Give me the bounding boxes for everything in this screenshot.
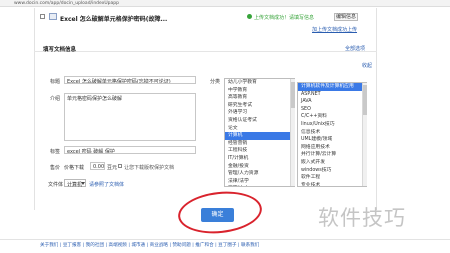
title-input[interactable]: Excel 怎么破解单元格保护密码(忘掉不可论证) (64, 76, 196, 84)
subcategory-item[interactable]: SEO (298, 106, 366, 114)
category-item[interactable]: 研究生考试 (225, 102, 294, 110)
success-check-icon (247, 14, 252, 19)
subcategory-item[interactable]: C/C++资料 (298, 113, 366, 121)
category-scroll-thumb[interactable] (291, 82, 295, 108)
excel-file-icon (49, 13, 57, 20)
category-scrollbar[interactable] (290, 79, 295, 186)
category-item[interactable]: 中学教育 (225, 87, 294, 95)
section-title: 填写文档信息 (43, 47, 77, 53)
price-label: 售价 (50, 165, 61, 171)
category-item[interactable]: 工程科技 (225, 147, 294, 155)
category-list[interactable]: 幼儿小学教育 中学教育 高等教育 研究生考试 外语学习 资格认证考试 论文 计算机 经管营销 工程… (224, 78, 295, 187)
subcategory-item[interactable]: windows技巧 (298, 167, 366, 175)
category-item[interactable]: 高等教育 (225, 94, 294, 102)
edit-info-button[interactable]: 编辑信息 (334, 13, 358, 21)
title-label: 标题 (50, 79, 61, 85)
upload-status: 上传文档成功！请填写信息 (254, 15, 315, 21)
uploaded-file-name: Excel 怎么破解单元格保护密码(故障... (60, 16, 168, 23)
category-item[interactable]: 经管营销 (225, 140, 294, 148)
category-item[interactable]: 管理/人力资源 (225, 170, 294, 178)
intro-label: 介绍 (50, 96, 61, 102)
category-item[interactable]: 幼儿小学教育 (225, 79, 294, 87)
subcategory-item[interactable]: 软件工程 (298, 174, 366, 182)
continue-upload-link[interactable]: 加上传文档成功上传 (312, 26, 357, 33)
category-item[interactable]: 法律/法学 (225, 178, 294, 186)
price-prefix: 价格下载 (64, 165, 85, 171)
category-label: 分类 (210, 79, 221, 85)
subcategory-item[interactable]: JAVA (298, 98, 366, 106)
subcategory-item[interactable]: 信息技术 (298, 129, 366, 137)
footer-links[interactable]: 关于我们 | 豆丁报客 | 我的社团 | 高端视频 | 城市通 | 商业战略 |… (40, 242, 259, 248)
subcategory-scrollbar[interactable] (362, 83, 367, 186)
category-item[interactable]: 论文 (225, 125, 294, 133)
chevron-down-icon (81, 182, 85, 185)
collapse-link[interactable]: 收起 (362, 62, 372, 69)
subcategory-item[interactable]: UML建模/领域 (298, 136, 366, 144)
free-checkbox[interactable] (118, 164, 122, 168)
subcategory-item[interactable]: ASP.NET (298, 91, 366, 99)
subcategory-item[interactable]: 嵌入式开发 (298, 159, 366, 167)
intro-textarea[interactable]: 单元格密码保护怎么破解 (64, 93, 196, 141)
subcategory-item[interactable]: 并行计算/云计算 (298, 151, 366, 159)
type-label: 文件体 (48, 182, 64, 188)
subcategory-item[interactable]: linux/Unix技巧 (298, 121, 366, 129)
tags-input[interactable]: excel 密码 破解 保护 (64, 146, 196, 154)
subcategory-item[interactable]: 专业技术 (298, 182, 366, 186)
subcategory-list[interactable]: 计算机软件及计算机应用 ASP.NET JAVA SEO C/C++资料 linux/Un… (297, 82, 367, 187)
free-label: 让您下载版权保护文档 (124, 165, 175, 171)
watermark: 软件技巧 (318, 206, 406, 230)
subcategory-item[interactable]: 计算机软件及计算机应用 (298, 83, 366, 91)
category-item[interactable]: 计算机 (225, 132, 294, 140)
price-unit: 豆元 (107, 165, 118, 171)
tags-label: 标签 (50, 149, 61, 155)
price-input[interactable]: 0.00 (90, 162, 105, 170)
category-item[interactable]: 金融/投资 (225, 163, 294, 171)
section-header (34, 42, 377, 52)
subcategory-scroll-thumb[interactable] (363, 85, 367, 115)
subcategory-item[interactable]: 网络应用技术 (298, 144, 366, 152)
category-item[interactable]: IT/计算机 (225, 155, 294, 163)
category-item[interactable]: 建筑/土木 (225, 185, 294, 186)
all-settings-link[interactable]: 全部选项 (345, 45, 365, 52)
browser-url[interactable]: www.docin.com/app/docin_upload/indexUpap… (14, 1, 119, 6)
type-help-link[interactable]: 请参照了文档体 (89, 181, 124, 188)
category-item[interactable]: 外语学习 (225, 109, 294, 117)
file-checkbox[interactable] (40, 14, 45, 19)
category-item[interactable]: 资格认证考试 (225, 117, 294, 125)
